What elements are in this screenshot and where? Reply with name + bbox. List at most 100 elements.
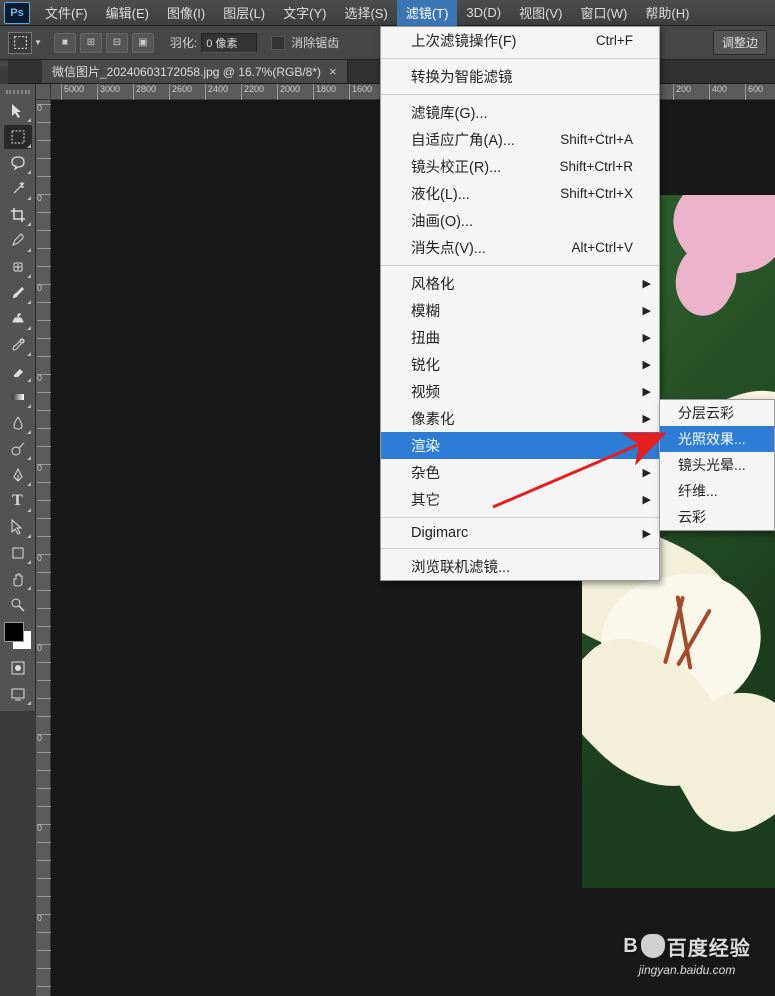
quick-mask-icon[interactable] (4, 656, 32, 680)
healing-brush-tool-icon[interactable] (4, 255, 32, 279)
filter-smart[interactable]: 转换为智能滤镜 (381, 63, 659, 90)
filter-gallery[interactable]: 滤镜库(G)... (381, 99, 659, 126)
filter-sharpen[interactable]: 锐化▶ (381, 351, 659, 378)
render-submenu: 分层云彩 光照效果... 镜头光晕... 纤维... 云彩 (659, 399, 775, 531)
shortcut-text: Alt+Ctrl+V (571, 240, 633, 255)
shortcut-text: Shift+Ctrl+X (560, 186, 633, 201)
current-tool-icon[interactable] (8, 32, 32, 54)
render-lens-flare[interactable]: 镜头光晕... (660, 452, 774, 478)
ruler-tick (37, 320, 51, 321)
menu-window[interactable]: 窗口(W) (571, 0, 636, 26)
filter-oil[interactable]: 油画(O)... (381, 207, 659, 234)
feather-label: 羽化: (170, 34, 197, 51)
move-tool-icon[interactable] (4, 99, 32, 123)
type-tool-icon[interactable]: T (4, 489, 32, 513)
ruler-tick (37, 140, 51, 141)
ruler-tick (37, 968, 51, 969)
feather-input[interactable] (201, 33, 257, 53)
selection-new-icon[interactable]: ■ (54, 33, 76, 53)
menu-select[interactable]: 选择(S) (335, 0, 396, 26)
filter-browse[interactable]: 浏览联机滤镜... (381, 553, 659, 580)
filter-menu-dropdown: 上次滤镜操作(F) Ctrl+F 转换为智能滤镜 滤镜库(G)... 自适应广角… (380, 26, 660, 581)
ruler-tick (37, 536, 51, 537)
ruler-tick: 0 (37, 194, 51, 202)
app-logo[interactable]: Ps (4, 2, 30, 24)
filter-other[interactable]: 其它▶ (381, 486, 659, 513)
brush-tool-icon[interactable] (4, 281, 32, 305)
eyedropper-tool-icon[interactable] (4, 229, 32, 253)
tab-close-icon[interactable]: × (329, 64, 337, 79)
crop-tool-icon[interactable] (4, 203, 32, 227)
ruler-tick: 0 (37, 284, 51, 292)
adjust-edge-button[interactable]: 调整边 (713, 30, 767, 55)
path-selection-tool-icon[interactable] (4, 515, 32, 539)
filter-noise[interactable]: 杂色▶ (381, 459, 659, 486)
menu-type[interactable]: 文字(Y) (274, 0, 335, 26)
filter-vanish[interactable]: 消失点(V)... Alt+Ctrl+V (381, 234, 659, 261)
ruler-corner[interactable] (36, 84, 51, 100)
ruler-tick: 0 (37, 554, 51, 562)
color-swatch[interactable] (4, 622, 32, 650)
ruler-tick: 3000 (97, 84, 120, 100)
filter-lens[interactable]: 镜头校正(R)... Shift+Ctrl+R (381, 153, 659, 180)
anti-alias-checkbox[interactable] (271, 36, 285, 50)
menu-image[interactable]: 图像(I) (158, 0, 214, 26)
ruler-tick (37, 860, 51, 861)
filter-video[interactable]: 视频▶ (381, 378, 659, 405)
toolbox-grabber-icon[interactable] (6, 90, 30, 94)
shape-tool-icon[interactable] (4, 541, 32, 565)
menu-help[interactable]: 帮助(H) (636, 0, 698, 26)
ruler-tick (37, 932, 51, 933)
ruler-tick: 200 (673, 84, 691, 100)
render-clouds[interactable]: 分层云彩 (660, 400, 774, 426)
filter-liquify[interactable]: 液化(L)... Shift+Ctrl+X (381, 180, 659, 207)
filter-adaptive[interactable]: 自适应广角(A)... Shift+Ctrl+A (381, 126, 659, 153)
ruler-tick (37, 662, 51, 663)
menu-file[interactable]: 文件(F) (36, 0, 97, 26)
filter-distort[interactable]: 扭曲▶ (381, 324, 659, 351)
gradient-tool-icon[interactable] (4, 385, 32, 409)
tool-preset-arrow-icon[interactable]: ▼ (34, 38, 42, 47)
ruler-tick (37, 518, 51, 519)
marquee-tool-icon[interactable] (4, 125, 32, 149)
blur-tool-icon[interactable] (4, 411, 32, 435)
screen-mode-icon[interactable] (4, 682, 32, 706)
render-clouds2[interactable]: 云彩 (660, 504, 774, 530)
selection-intersect-icon[interactable]: ▣ (132, 33, 154, 53)
hand-tool-icon[interactable] (4, 567, 32, 591)
eraser-tool-icon[interactable] (4, 359, 32, 383)
menu-filter[interactable]: 滤镜(T) (397, 0, 458, 26)
filter-render[interactable]: 渲染▶ (381, 432, 659, 459)
menu-edit[interactable]: 编辑(E) (97, 0, 158, 26)
ruler-vertical[interactable]: 0000000000 (36, 100, 51, 996)
selection-sub-icon[interactable]: ⊟ (106, 33, 128, 53)
history-brush-tool-icon[interactable] (4, 333, 32, 357)
ruler-tick (37, 230, 51, 231)
dodge-tool-icon[interactable] (4, 437, 32, 461)
filter-pixelate[interactable]: 像素化▶ (381, 405, 659, 432)
ruler-tick (37, 212, 51, 213)
zoom-tool-icon[interactable] (4, 593, 32, 617)
ruler-tick (37, 392, 51, 393)
ruler-tick (37, 878, 51, 879)
filter-blur[interactable]: 模糊▶ (381, 297, 659, 324)
filter-stylize[interactable]: 风格化▶ (381, 270, 659, 297)
ruler-tick (37, 806, 51, 807)
filter-digimarc[interactable]: Digimarc▶ (381, 522, 659, 544)
document-tab[interactable]: 微信图片_20240603172058.jpg @ 16.7%(RGB/8*) … (42, 60, 348, 83)
filter-last[interactable]: 上次滤镜操作(F) Ctrl+F (381, 27, 659, 54)
pen-tool-icon[interactable] (4, 463, 32, 487)
selection-add-icon[interactable]: ⊞ (80, 33, 102, 53)
menu-layer[interactable]: 图层(L) (214, 0, 274, 26)
foreground-color-swatch[interactable] (4, 622, 24, 642)
render-lighting[interactable]: 光照效果... (660, 426, 774, 452)
lasso-tool-icon[interactable] (4, 151, 32, 175)
magic-wand-tool-icon[interactable] (4, 177, 32, 201)
ruler-tick (37, 446, 51, 447)
menu-view[interactable]: 视图(V) (510, 0, 571, 26)
watermark: B 百度经验 jingyan.baidu.com (607, 920, 767, 988)
menu-3d[interactable]: 3D(D) (457, 1, 510, 24)
ruler-tick (37, 842, 51, 843)
render-fibers[interactable]: 纤维... (660, 478, 774, 504)
clone-stamp-tool-icon[interactable] (4, 307, 32, 331)
